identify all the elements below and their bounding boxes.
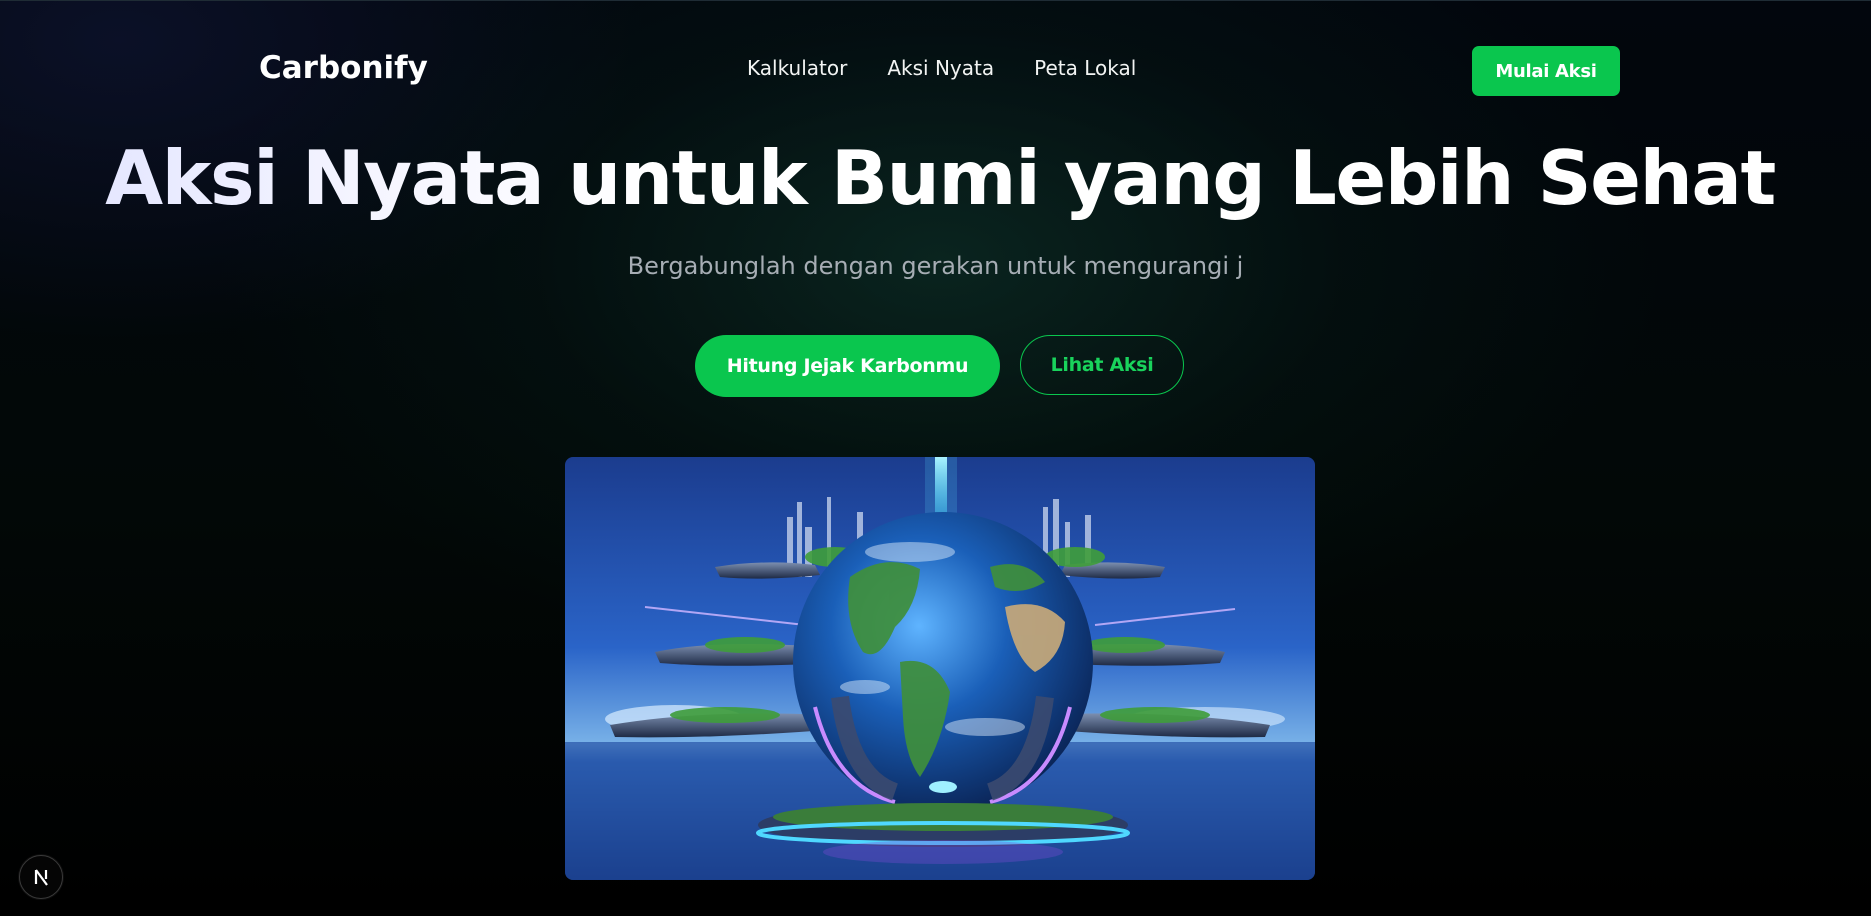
start-action-button[interactable]: Mulai Aksi — [1472, 46, 1620, 96]
calculate-footprint-button[interactable]: Hitung Jejak Karbonmu — [695, 335, 1000, 397]
brand-logo[interactable]: Carbonify — [259, 50, 428, 86]
hero-title: Aksi Nyata untuk Bumi yang Lebih Sehat — [0, 134, 1871, 222]
top-divider — [0, 0, 1871, 1]
earth-city-illustration — [565, 457, 1315, 880]
nav-link-kalkulator[interactable]: Kalkulator — [747, 56, 847, 80]
nav-link-aksi-nyata[interactable]: Aksi Nyata — [887, 56, 994, 80]
nextjs-dev-badge[interactable] — [19, 855, 63, 899]
main-nav: Kalkulator Aksi Nyata Peta Lokal — [747, 56, 1136, 80]
nextjs-logo-icon — [34, 869, 48, 886]
landing-page: Carbonify Kalkulator Aksi Nyata Peta Lok… — [0, 0, 1871, 916]
hero-earth-image — [565, 457, 1315, 880]
hero-actions: Hitung Jejak Karbonmu Lihat Aksi — [695, 335, 1184, 397]
nav-link-peta-lokal[interactable]: Peta Lokal — [1034, 56, 1136, 80]
hero-subtitle: Bergabunglah dengan gerakan untuk mengur… — [627, 252, 1244, 280]
view-actions-button[interactable]: Lihat Aksi — [1020, 335, 1184, 395]
